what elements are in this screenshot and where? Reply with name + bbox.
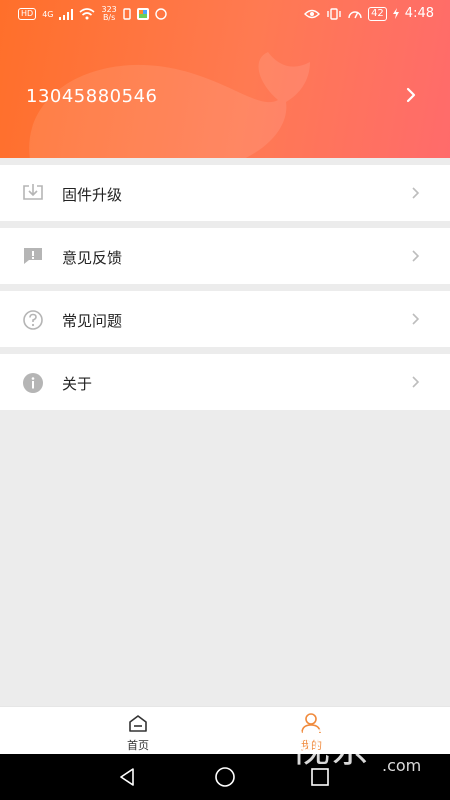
user-phone-number[interactable]: 13045880546: [26, 86, 157, 107]
home-icon: [129, 715, 147, 732]
vibrate-icon: [327, 7, 341, 20]
chevron-right-icon[interactable]: [404, 86, 418, 104]
speedometer-icon: [348, 10, 362, 18]
wifi-icon: [79, 8, 96, 20]
profile-header: HD 4G 323 B/s 42 4:48 13045880546: [0, 0, 450, 158]
menu-item-firmware-upgrade[interactable]: 固件升级: [0, 165, 450, 221]
chevron-right-icon: [412, 313, 420, 325]
menu-item-label: 关于: [62, 375, 93, 393]
charging-icon: [392, 8, 399, 19]
home-circle-icon[interactable]: [214, 766, 236, 788]
menu-item-label: 意见反馈: [62, 249, 123, 267]
hd-badge: HD: [18, 8, 37, 20]
chevron-right-icon: [412, 187, 420, 199]
info-icon: [23, 373, 43, 393]
watermark-badge: WXCHA: [378, 738, 428, 751]
menu-item-feedback[interactable]: 意见反馈: [0, 228, 450, 284]
network-speed: 323 B/s: [101, 5, 117, 22]
tab-home[interactable]: 首页: [108, 707, 168, 755]
circle-icon: [155, 8, 167, 20]
watermark-text: 视茶: [290, 725, 370, 771]
app-notification-icon: [136, 8, 149, 20]
menu-item-faq[interactable]: 常见问题: [0, 291, 450, 347]
notification-icon: [123, 8, 131, 20]
battery-indicator: 42: [368, 6, 387, 21]
tab-label: 首页: [127, 739, 149, 752]
firmware-download-icon: [23, 184, 43, 200]
chevron-right-icon: [412, 250, 420, 262]
eye-icon: [304, 9, 321, 18]
network-type: 4G: [42, 9, 54, 19]
clock: 4:48: [404, 6, 434, 21]
menu-item-label: 固件升级: [62, 186, 123, 204]
feedback-icon: [24, 248, 42, 264]
status-bar: HD 4G 323 B/s 42 4:48: [0, 0, 450, 32]
watermark-domain: .com: [382, 756, 422, 775]
menu-item-label: 常见问题: [62, 312, 123, 330]
menu-item-about[interactable]: 关于: [0, 354, 450, 410]
question-icon: [23, 310, 43, 330]
back-icon[interactable]: [118, 767, 138, 787]
signal-icon: [59, 8, 74, 20]
chevron-right-icon: [412, 376, 420, 388]
